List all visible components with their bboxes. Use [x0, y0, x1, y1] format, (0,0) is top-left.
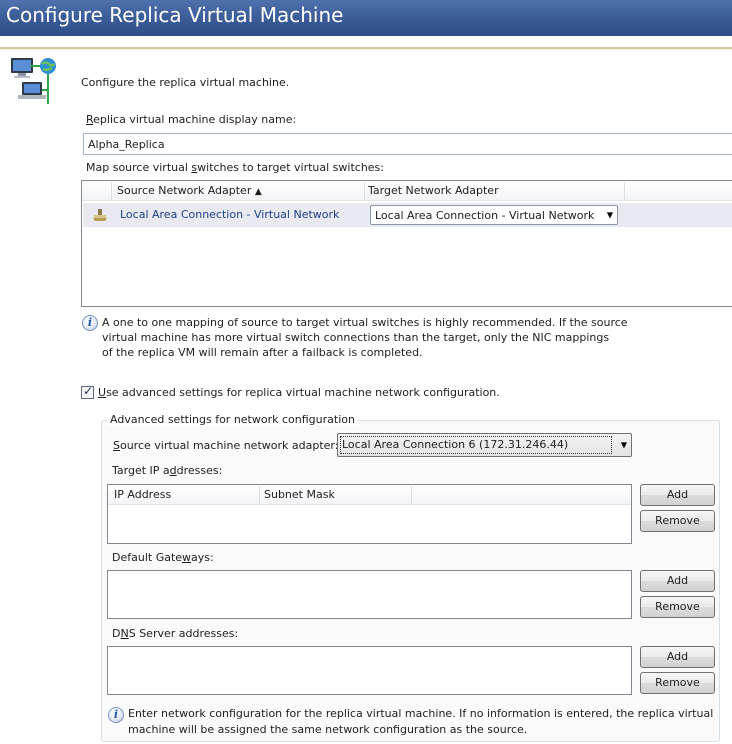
dropdown-arrow-icon: ▼: [620, 440, 627, 450]
gateways-list[interactable]: [107, 570, 632, 619]
advanced-label-accel: U: [98, 386, 107, 399]
target-adapter-value: Local Area Connection - Virtual Network: [375, 209, 595, 222]
title-bar: Configure Replica Virtual Machine: [0, 0, 732, 36]
network-computers-icon: [11, 58, 56, 104]
column-separator: [259, 486, 260, 504]
gateways-accel: w: [182, 551, 192, 564]
column-separator: [364, 182, 365, 200]
column-separator: [411, 486, 412, 504]
window-title: Configure Replica Virtual Machine: [6, 3, 344, 27]
sort-ascending-icon: ▲: [254, 187, 262, 197]
target-ip-label: Target IP addresses:: [112, 464, 222, 477]
dropdown-arrow-icon: ▼: [606, 210, 613, 220]
column-ip-address[interactable]: IP Address: [114, 488, 171, 501]
map-label-post: witches to target virtual switches:: [197, 161, 384, 174]
source-adapter-accel: S: [113, 439, 120, 452]
target-ip-pre: Target IP a: [112, 464, 170, 477]
checkmark-icon: ✓: [83, 384, 94, 398]
add-ip-button[interactable]: Add: [640, 484, 715, 506]
advanced-group-title: Advanced settings for network configurat…: [107, 413, 358, 426]
source-adapter-dropdown[interactable]: Local Area Connection 6 (172.31.246.44) …: [337, 433, 632, 457]
title-divider-highlight: [0, 49, 732, 50]
display-name-label-text: eplica virtual machine display name:: [93, 113, 297, 126]
switch-mapping-list[interactable]: Source Network Adapter ▲ Target Network …: [81, 180, 732, 307]
display-name-label: Replica virtual machine display name:: [86, 113, 296, 126]
target-ip-post: dresses:: [176, 464, 223, 477]
source-adapter-text: ource virtual machine network adapter:: [119, 439, 339, 452]
display-name-input[interactable]: Alpha_Replica: [83, 133, 732, 155]
add-dns-button[interactable]: Add: [640, 646, 715, 668]
target-ip-list[interactable]: IP Address Subnet Mask: [107, 484, 632, 544]
network-info-line2: machine will be assigned the same networ…: [128, 723, 528, 736]
intro-text: Configure the replica virtual machine.: [81, 76, 290, 89]
info-icon: i: [108, 707, 124, 723]
dns-list[interactable]: [107, 646, 632, 695]
advanced-settings-label[interactable]: Use advanced settings for replica virtua…: [98, 386, 500, 399]
remove-ip-button[interactable]: Remove: [640, 510, 715, 532]
display-name-value: Alpha_Replica: [88, 138, 165, 151]
source-adapter-label: Source virtual machine network adapter:: [113, 439, 338, 452]
advanced-settings-checkbox[interactable]: ✓: [81, 384, 94, 399]
dns-accel: N: [120, 627, 129, 640]
mapping-info-line2: virtual machine has more virtual switch …: [102, 331, 610, 344]
column-separator: [111, 182, 112, 200]
source-adapter-value: Local Area Connection 6 (172.31.246.44): [342, 438, 569, 451]
remove-dns-button[interactable]: Remove: [640, 672, 715, 694]
map-switches-label: Map source virtual switches to target vi…: [86, 161, 384, 174]
gateways-label: Default Gateways:: [112, 551, 214, 564]
remove-gateway-button[interactable]: Remove: [640, 596, 715, 618]
column-source-adapter[interactable]: Source Network Adapter ▲: [117, 184, 262, 197]
add-gateway-button[interactable]: Add: [640, 570, 715, 592]
advanced-label-text: se advanced settings for replica virtual…: [106, 386, 500, 399]
network-info-line1: Enter network configuration for the repl…: [128, 707, 714, 720]
gateways-pre: Default Gate: [112, 551, 183, 564]
map-label-pre: Map source virtual: [86, 161, 192, 174]
info-icon: i: [82, 315, 98, 331]
target-ip-accel: d: [169, 464, 177, 477]
gateways-post: ays:: [191, 551, 214, 564]
target-ip-header: IP Address Subnet Mask: [108, 485, 631, 505]
dns-post: S Server addresses:: [128, 627, 239, 640]
column-source-label: Source Network Adapter: [117, 184, 252, 197]
row-source-adapter: Local Area Connection - Virtual Network: [120, 208, 340, 221]
switch-mapping-header: Source Network Adapter ▲ Target Network …: [82, 181, 732, 201]
column-target-adapter[interactable]: Target Network Adapter: [368, 184, 499, 197]
dns-label: DNS Server addresses:: [112, 627, 238, 640]
column-subnet-mask[interactable]: Subnet Mask: [264, 488, 335, 501]
target-adapter-dropdown[interactable]: Local Area Connection - Virtual Network …: [370, 205, 618, 225]
column-separator: [624, 182, 625, 200]
network-adapter-icon: [93, 209, 107, 221]
mapping-info-line1: A one to one mapping of source to target…: [102, 316, 628, 329]
mapping-info-line3: of the replica VM will remain after a fa…: [102, 346, 423, 359]
switch-mapping-row[interactable]: Local Area Connection - Virtual Network …: [83, 203, 732, 227]
